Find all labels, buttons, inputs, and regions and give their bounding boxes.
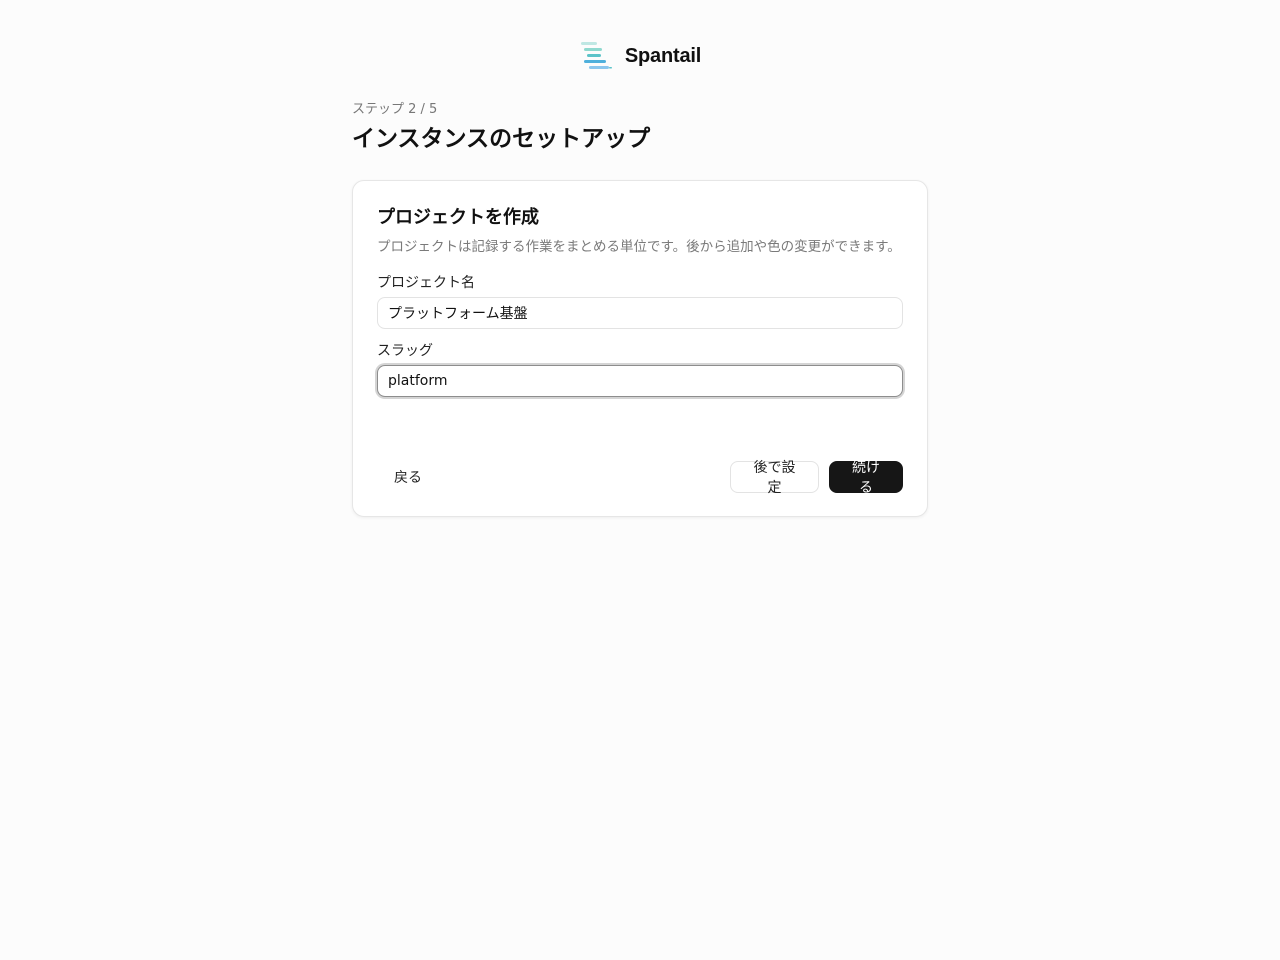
back-button[interactable]: 戻る — [377, 461, 439, 493]
card-description: プロジェクトは記録する作業をまとめる単位です。後から追加や色の変更ができます。 — [377, 239, 901, 255]
card-title: プロジェクトを作成 — [377, 207, 539, 228]
card-actions: 戻る 後で設定 続ける — [377, 460, 903, 496]
brand-name: Spantail — [624, 44, 702, 67]
slug-label: スラッグ — [377, 343, 433, 359]
app-header: Spantail — [0, 38, 1280, 74]
project-name-input[interactable] — [377, 297, 903, 329]
right-actions: 後で設定 続ける — [730, 460, 903, 496]
continue-button[interactable]: 続ける — [829, 460, 903, 496]
create-project-card: プロジェクトを作成 プロジェクトは記録する作業をまとめる単位です。後から追加や色… — [352, 180, 928, 517]
project-name-label: プロジェクト名 — [377, 275, 475, 291]
setup-later-button[interactable]: 後で設定 — [730, 460, 819, 496]
slug-input[interactable] — [377, 365, 903, 397]
page-title: インスタンスのセットアップ — [352, 126, 651, 152]
step-indicator: ステップ 2 / 5 — [352, 102, 438, 117]
brand: Spantail — [579, 39, 701, 73]
wizard-intro: ステップ 2 / 5 インスタンスのセットアップ — [352, 101, 928, 155]
stacked-bars-logo-icon — [580, 42, 612, 69]
